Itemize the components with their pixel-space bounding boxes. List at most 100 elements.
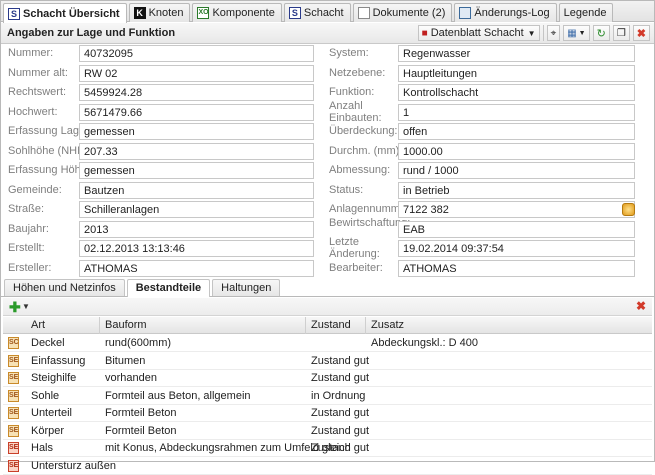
right_fields-label: Überdeckung: — [329, 125, 398, 137]
cell-bauform: Formteil Beton — [105, 424, 177, 437]
left_fields-value[interactable]: 2013 — [79, 221, 314, 238]
right_fields-value[interactable]: 19.02.2014 09:37:54 — [398, 240, 635, 257]
cell-art: Sohle — [31, 389, 60, 402]
tab-5[interactable]: Änderungs-Log — [454, 3, 557, 22]
left_fields-value[interactable]: RW 02 — [79, 65, 314, 82]
column-header-art[interactable]: Art — [31, 319, 45, 331]
header-toolbar: ■ Datenblatt Schacht ▼ ⌖ ▦ ▼ ↻ ❐ ✖ — [415, 25, 650, 41]
cell-zusatz: Abdeckungskl.: D 400 — [371, 337, 479, 349]
k-icon: K — [133, 7, 146, 19]
table-row[interactable]: SE Steighilfe vorhanden Zustand gut — [3, 370, 652, 387]
right_fields-label: Netzebene: — [329, 67, 386, 79]
table-row[interactable]: SE Untersturz außen — [3, 458, 652, 475]
datenblatt-label: Datenblatt Schacht — [430, 27, 524, 39]
left_fields-value[interactable]: 5671479.66 — [79, 104, 314, 121]
cell-bauform: Bitumen — [105, 354, 146, 367]
cell-art: Unterteil — [31, 407, 72, 419]
cell-zustand: in Ordnung — [311, 389, 366, 402]
left_fields-value[interactable]: gemessen — [79, 123, 314, 140]
right_fields-label: Status: — [329, 184, 364, 196]
delete-row-icon[interactable]: ✖ — [636, 299, 646, 313]
subtab-2[interactable]: Haltungen — [212, 279, 281, 296]
refresh-button[interactable]: ↻ — [592, 25, 610, 41]
left_fields-label: Erfassung Höhe: — [8, 164, 90, 176]
right_fields-label: Bewirtschaftung: — [329, 217, 411, 229]
chevron-down-icon: ▼ — [578, 29, 586, 37]
tab-3[interactable]: S Schacht — [283, 3, 351, 22]
table-row[interactable]: SE Körper Formteil Beton Zustand gut — [3, 423, 652, 440]
right_fields-label: System: — [329, 47, 369, 59]
left_fields-value[interactable]: gemessen — [79, 162, 314, 179]
cell-zustand: Zustand gut — [311, 354, 370, 367]
component-icon: SE — [8, 389, 19, 402]
measure-button[interactable]: ⌖ — [546, 25, 561, 41]
right_fields-value[interactable]: Kontrollschacht — [398, 84, 635, 101]
s-icon: S — [288, 7, 301, 19]
top-tab-bar: S Schacht Übersicht K Knoten XO Komponente S Sc… — [1, 1, 654, 23]
datenblatt-button[interactable]: ■ Datenblatt Schacht ▼ — [417, 25, 540, 41]
s-icon: S — [8, 7, 20, 20]
cell-zustand: Zustand gut — [311, 407, 370, 419]
table-row[interactable]: SC Deckel rund(600mm) Abdeckungskl.: D 400 — [3, 335, 652, 352]
component-icon: SC — [8, 337, 19, 349]
tab-label: Komponente — [212, 7, 275, 19]
tab-2[interactable]: XO Komponente — [192, 3, 282, 22]
column-header-bauform[interactable]: Bauform — [105, 319, 147, 331]
delete-button[interactable]: ✖ — [632, 25, 650, 41]
table-row[interactable]: SE Sohle Formteil aus Beton, allgemein in O… — [3, 388, 652, 405]
measure-icon: ⌖ — [550, 27, 557, 39]
lookup-icon[interactable] — [622, 203, 635, 216]
tab-label: Änderungs-Log — [474, 7, 550, 19]
right_fields-value[interactable]: 1 — [398, 104, 635, 121]
left_fields-value[interactable]: 5459924.28 — [79, 84, 314, 101]
add-icon[interactable]: ✚ — [9, 299, 21, 316]
xo-icon: XO — [197, 7, 210, 19]
right_fields-label: Durchm. (mm): — [329, 145, 403, 157]
column-header-zustand[interactable]: Zustand — [311, 319, 351, 331]
tab-1[interactable]: K Knoten — [128, 3, 191, 22]
toolbar-separator — [542, 25, 544, 41]
refresh-icon: ↻ — [596, 27, 606, 40]
right_fields-value[interactable]: EAB — [398, 221, 635, 238]
log-icon — [459, 7, 472, 19]
section-title: Angaben zur Lage und Funktion — [7, 27, 176, 39]
right_fields-value[interactable]: in Betrieb — [398, 182, 635, 199]
left_fields-label: Nummer: — [8, 47, 54, 59]
left_fields-label: Erfassung Lage: — [8, 125, 89, 137]
tab-4[interactable]: Dokumente (2) — [352, 3, 453, 22]
left_fields-value[interactable]: ATHOMAS — [79, 260, 314, 277]
column-header-zusatz[interactable]: Zusatz — [371, 319, 404, 331]
tab-label: Legende — [563, 7, 607, 19]
left_fields-value[interactable]: Schilleranlagen — [79, 201, 314, 218]
left_fields-value[interactable]: 02.12.2013 13:13:46 — [79, 240, 314, 257]
copy-icon: ❐ — [616, 27, 626, 39]
right_fields-value[interactable]: 7122 382 — [398, 201, 635, 218]
subtab-0[interactable]: Höhen und Netzinfos — [4, 279, 125, 296]
right_fields-value[interactable]: offen — [398, 123, 635, 140]
table-header: Art Bauform Zustand Zusatz — [3, 317, 652, 334]
left_fields-label: Ersteller: — [8, 262, 52, 274]
tab-0[interactable]: S Schacht Übersicht — [3, 3, 127, 23]
chevron-down-icon: ▼ — [527, 28, 536, 38]
right_fields-value[interactable]: rund / 1000 — [398, 162, 635, 179]
chevron-down-icon[interactable]: ▼ — [22, 302, 30, 311]
table-row[interactable]: SE Einfassung Bitumen Zustand gut — [3, 353, 652, 370]
left_fields-value[interactable]: 207.33 — [79, 143, 314, 160]
section-header: Angaben zur Lage und Funktion ■ Datenbla… — [1, 23, 654, 44]
map-button[interactable]: ▦ ▼ — [563, 25, 590, 41]
left_fields-value[interactable]: Bautzen — [79, 182, 314, 199]
left_fields-label: Rechtswert: — [8, 86, 67, 98]
copy-button[interactable]: ❐ — [612, 25, 630, 41]
table-row[interactable]: SE Unterteil Formteil Beton Zustand gut — [3, 405, 652, 422]
right_fields-label: Bearbeiter: — [329, 262, 383, 274]
cell-bauform: rund(600mm) — [105, 337, 172, 349]
right_fields-value[interactable]: ATHOMAS — [398, 260, 635, 277]
right_fields-value[interactable]: Hauptleitungen — [398, 65, 635, 82]
tab-6[interactable]: Legende — [558, 3, 614, 22]
subtab-1[interactable]: Bestandteile — [126, 279, 211, 297]
pdf-icon: ■ — [421, 27, 428, 39]
left_fields-value[interactable]: 40732095 — [79, 45, 314, 62]
right_fields-value[interactable]: Regenwasser — [398, 45, 635, 62]
table-row[interactable]: SE Hals mit Konus, Abdeckungsrahmen zum Um… — [3, 440, 652, 457]
right_fields-value[interactable]: 1000.00 — [398, 143, 635, 160]
